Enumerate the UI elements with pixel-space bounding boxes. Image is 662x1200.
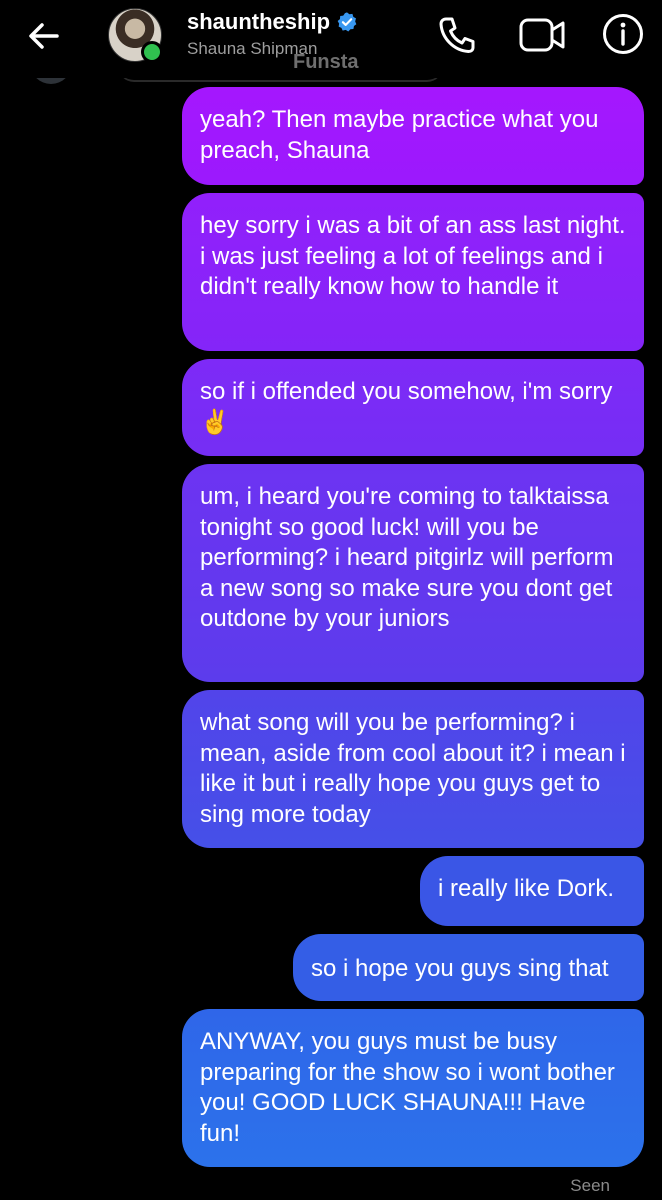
- phone-call-icon[interactable]: [436, 14, 478, 56]
- video-call-icon[interactable]: [518, 15, 566, 55]
- online-status-indicator: [141, 41, 163, 63]
- message-bubble[interactable]: hey sorry i was a bit of an ass last nig…: [182, 193, 644, 351]
- message-bubble[interactable]: what song will you be performing? i mean…: [182, 690, 644, 848]
- verified-badge-icon: [337, 12, 357, 32]
- back-arrow-icon[interactable]: [22, 14, 66, 58]
- message-bubble[interactable]: so i hope you guys sing that: [293, 934, 644, 1001]
- funsta-label: Funsta: [293, 51, 359, 73]
- seen-status: Seen: [570, 1176, 610, 1195]
- username: shauntheship: [187, 9, 331, 34]
- message-bubble[interactable]: yeah? Then maybe practice what you preac…: [182, 87, 644, 185]
- message-bubble[interactable]: i really like Dork.: [420, 856, 644, 926]
- avatar[interactable]: [108, 8, 163, 63]
- username-row[interactable]: shauntheship: [187, 9, 358, 35]
- message-bubble[interactable]: so if i offended you somehow, i'm sorry …: [182, 359, 644, 456]
- message-bubble[interactable]: ANYWAY, you guys must be busy preparing …: [182, 1009, 644, 1167]
- info-icon[interactable]: [601, 12, 645, 56]
- message-bubble[interactable]: um, i heard you're coming to talktaissa …: [182, 464, 644, 682]
